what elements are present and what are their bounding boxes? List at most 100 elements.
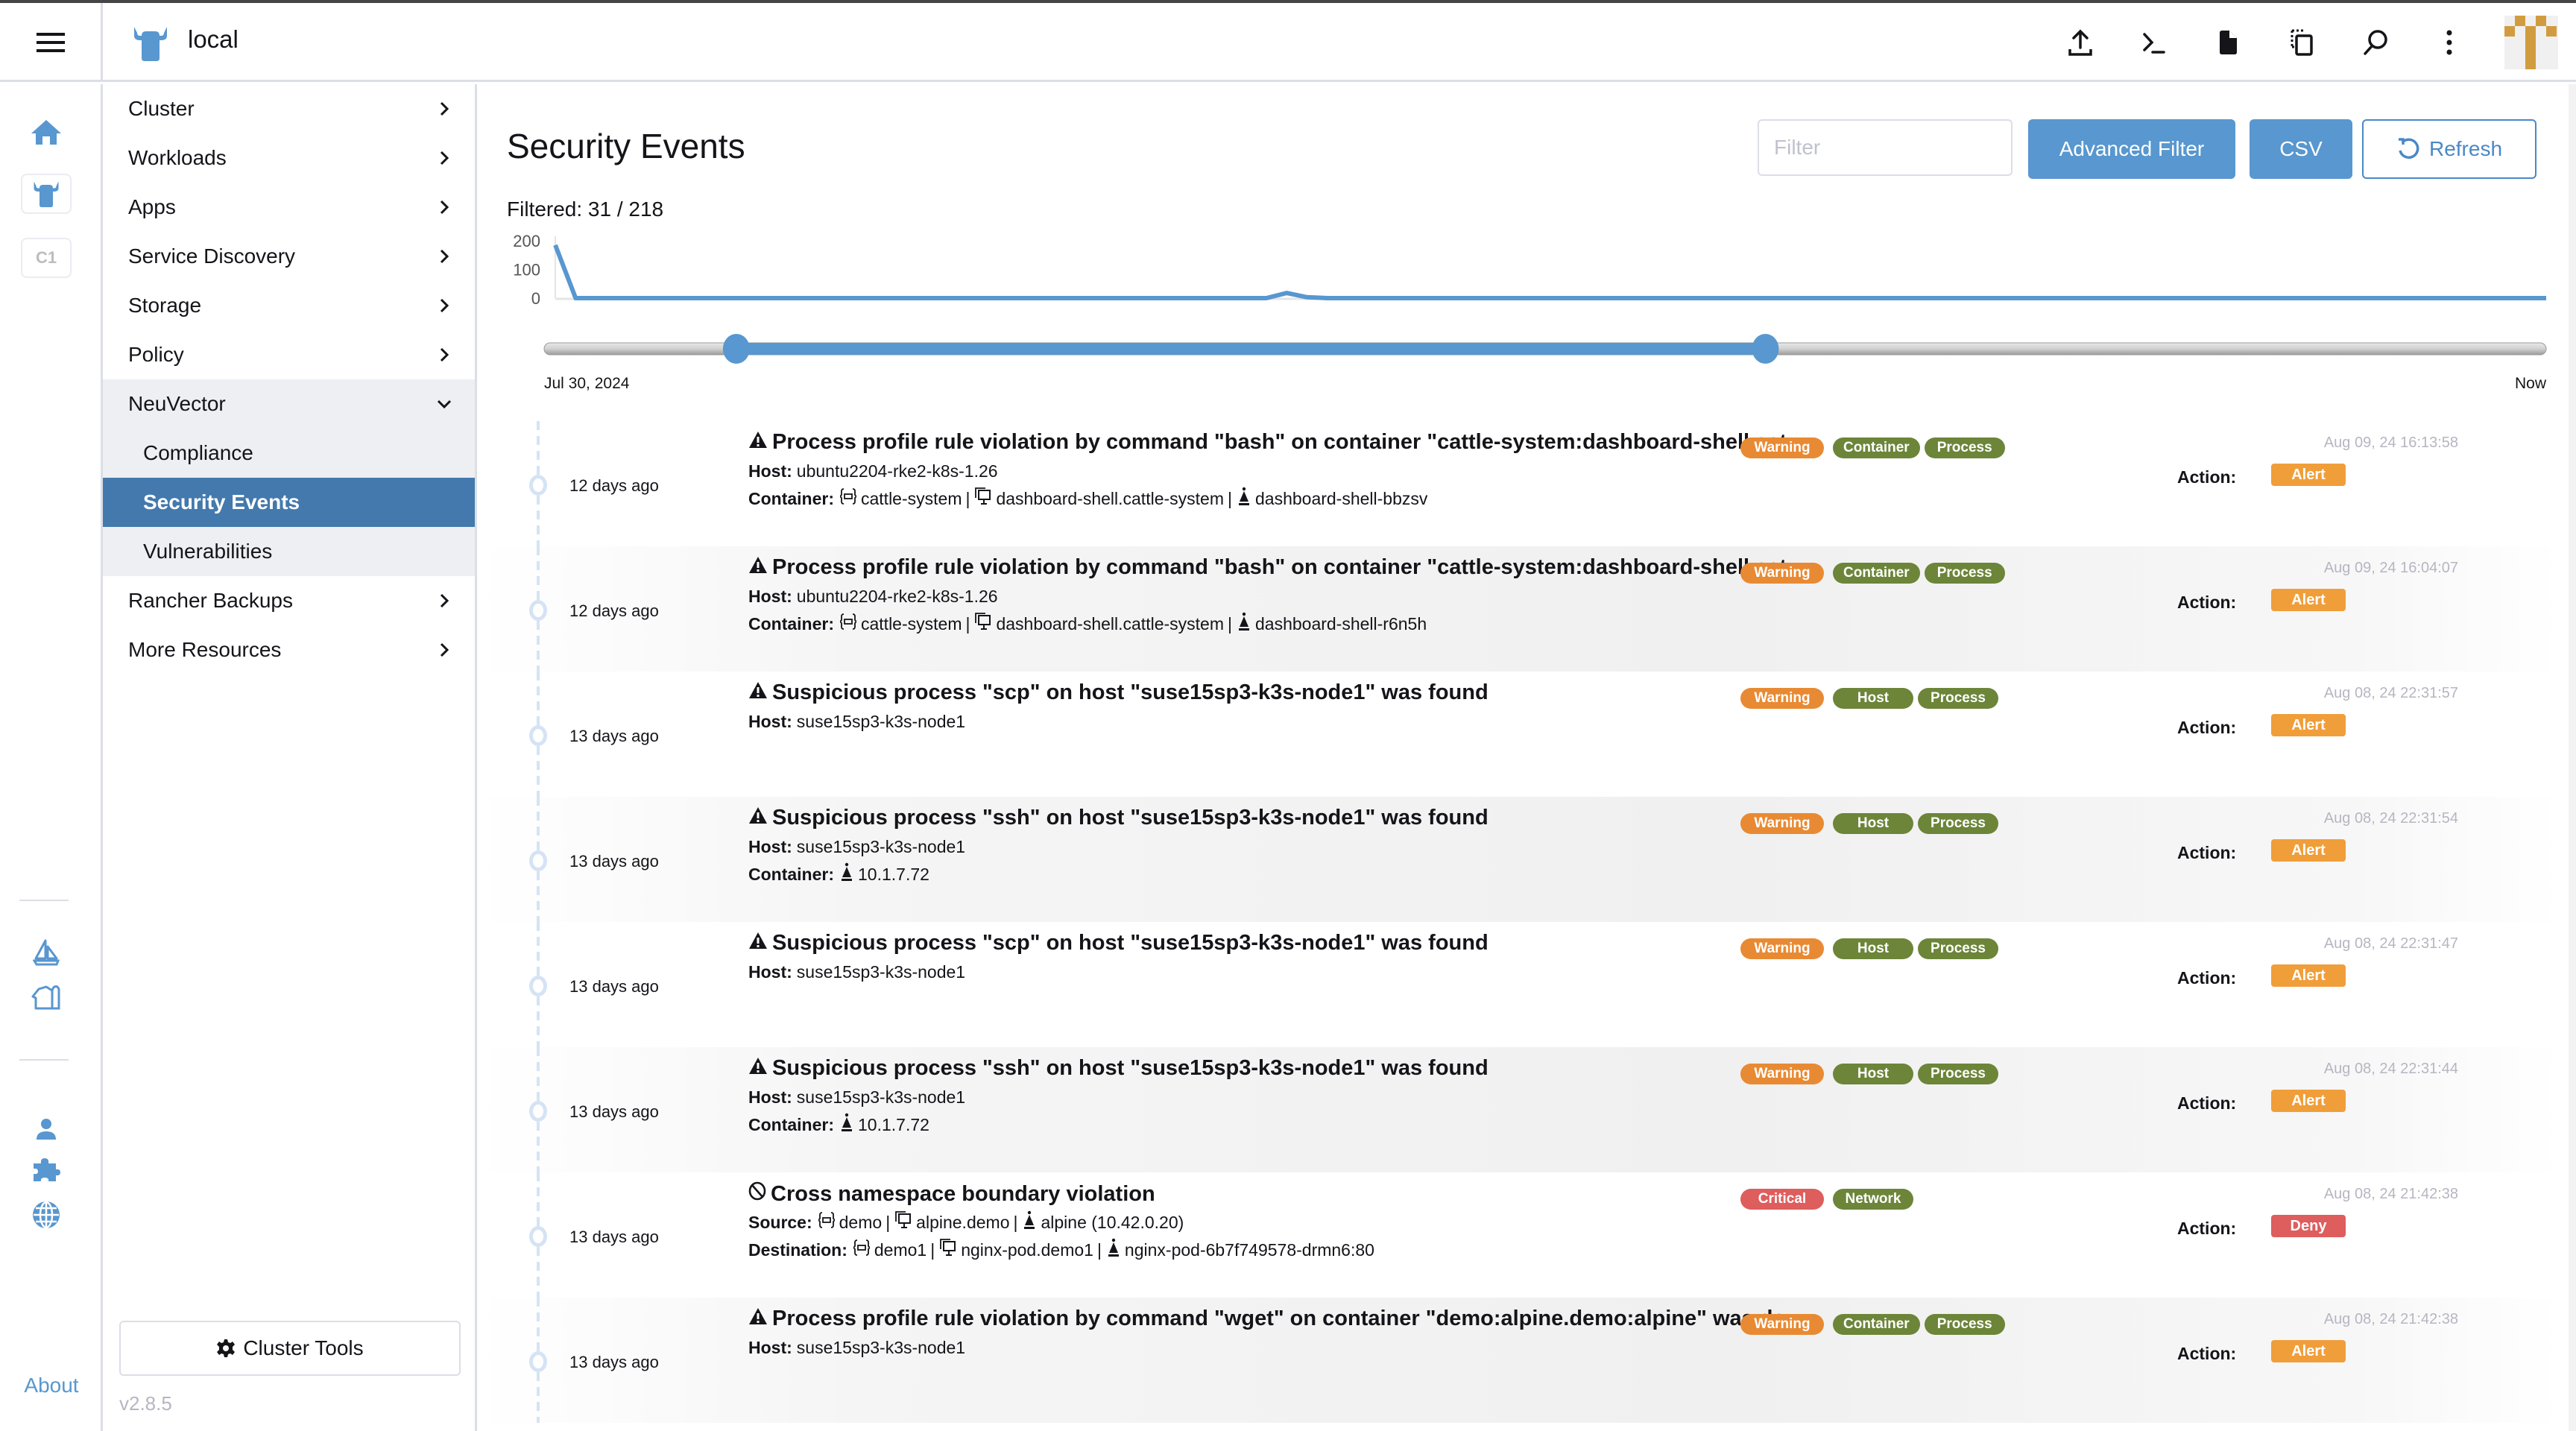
about-link[interactable]: About (0, 1374, 103, 1397)
nav-item-label: Vulnerabilities (143, 540, 273, 563)
page-scrollbar[interactable] (2569, 84, 2576, 1431)
tag-badge: Process (1918, 813, 1998, 834)
event-title[interactable]: Suspicious process "scp" on host "suse15… (748, 931, 1489, 955)
nav-item-cluster[interactable]: Cluster (103, 84, 475, 133)
timeline-dot (529, 1101, 547, 1122)
event-detail-label: Host: (748, 1087, 792, 1107)
event-detail-value: cattle-system (861, 489, 962, 508)
event-row[interactable]: 13 days ago Suspicious process "scp" on h… (477, 922, 2561, 1047)
event-badges: Warning Container Process (1740, 437, 2010, 458)
event-title[interactable]: Suspicious process "scp" on host "suse15… (748, 680, 1489, 705)
action-badge[interactable]: Alert (2271, 589, 2346, 611)
nav-item-compliance[interactable]: Compliance (103, 429, 475, 478)
nav-item-service-discovery[interactable]: Service Discovery (103, 232, 475, 281)
csv-export-button[interactable]: CSV (2250, 119, 2352, 179)
separator: | (930, 1240, 935, 1260)
copy-icon (2291, 29, 2313, 56)
event-row[interactable]: 13 days ago Cross namespace boundary viol… (477, 1172, 2561, 1298)
event-detail-label: Source: (748, 1213, 812, 1232)
action-badge[interactable]: Alert (2271, 964, 2346, 987)
action-badge[interactable]: Alert (2271, 839, 2346, 862)
y-tick-label: 100 (513, 261, 540, 279)
event-title[interactable]: Process profile rule violation by comman… (748, 430, 1805, 455)
event-row[interactable]: 13 days ago Suspicious process "scp" on h… (477, 672, 2561, 797)
range-slider-end-handle[interactable] (1752, 334, 1779, 364)
event-title[interactable]: Cross namespace boundary violation (748, 1181, 1155, 1207)
terminal-icon (2143, 33, 2165, 54)
pod-icon (1107, 1238, 1120, 1257)
event-title[interactable]: Process profile rule violation by comman… (748, 1307, 1803, 1331)
copy-kubeconfig-button[interactable] (2283, 24, 2320, 61)
event-row[interactable]: 13 days ago Suspicious process "ssh" on h… (477, 797, 2561, 922)
action-label: Action: (2177, 467, 2237, 487)
event-detail-line: Container: 10.1.7.72 (748, 862, 929, 885)
event-detail-value: ubuntu2204-rke2-k8s-1.26 (796, 587, 998, 606)
nav-item-apps[interactable]: Apps (103, 183, 475, 232)
extensions-button[interactable] (21, 1150, 72, 1190)
action-badge[interactable]: Alert (2271, 464, 2346, 486)
tag-badge: Process (1918, 938, 1998, 959)
range-end-label: Now (2515, 375, 2547, 392)
event-title-text: Process profile rule violation by comman… (772, 1307, 1803, 1330)
nav-item-neuvector[interactable]: NeuVector (103, 379, 475, 429)
nav-item-security-events[interactable]: Security Events (103, 478, 475, 527)
timeline-dot (529, 1226, 547, 1247)
cluster-tools-label: Cluster Tools (243, 1336, 364, 1359)
nav-item-more-resources[interactable]: More Resources (103, 625, 475, 675)
filter-input[interactable] (1758, 119, 2012, 176)
import-yaml-button[interactable] (2062, 24, 2099, 61)
event-title[interactable]: Suspicious process "ssh" on host "suse15… (748, 1056, 1489, 1081)
advanced-filter-button[interactable]: Advanced Filter (2028, 119, 2235, 179)
nav-item-vulnerabilities[interactable]: Vulnerabilities (103, 527, 475, 576)
menu-toggle-button[interactable] (0, 3, 103, 82)
event-row[interactable]: 12 days ago Process profile rule violatio… (477, 546, 2561, 672)
event-title-text: Suspicious process "scp" on host "suse15… (772, 931, 1489, 955)
global-settings-button[interactable] (21, 1195, 72, 1235)
event-title[interactable]: Process profile rule violation by comman… (748, 555, 1805, 580)
resource-search-button[interactable] (2357, 24, 2394, 61)
action-label: Action: (2177, 718, 2237, 737)
tag-badge: Process (1924, 1314, 2005, 1335)
event-row[interactable]: 12 days ago Process profile rule violatio… (477, 421, 2561, 546)
range-slider-start-handle[interactable] (722, 334, 750, 364)
cluster-tools-button[interactable]: Cluster Tools (119, 1321, 461, 1376)
event-detail-line: Source: demo | alpine.demo | alpine (10.42.0.… (748, 1210, 1184, 1233)
download-kubeconfig-button[interactable] (2209, 24, 2247, 61)
cluster-local-button[interactable] (21, 174, 72, 214)
action-badge[interactable]: Alert (2271, 1340, 2346, 1362)
tag-badge: Container (1833, 437, 1920, 458)
refresh-icon (2398, 138, 2419, 159)
chevron-right-icon (436, 199, 452, 215)
action-label: Action: (2177, 1093, 2237, 1113)
action-badge[interactable]: Deny (2271, 1215, 2346, 1237)
users-button[interactable] (21, 1109, 72, 1149)
event-title[interactable]: Suspicious process "ssh" on host "suse15… (748, 806, 1489, 830)
event-detail-label: Host: (748, 587, 792, 606)
nav-item-label: Storage (128, 294, 202, 317)
nav-item-workloads[interactable]: Workloads (103, 133, 475, 183)
event-badges: Warning Container Process (1740, 563, 2010, 584)
kubectl-shell-button[interactable] (2135, 24, 2173, 61)
range-slider-selection[interactable] (736, 343, 1766, 355)
timeline-dot (529, 475, 547, 496)
event-timestamp: Aug 09, 24 16:04:07 (2323, 560, 2458, 576)
cluster-c1-button[interactable]: C1 (21, 238, 72, 278)
event-relative-time: 12 days ago (569, 476, 659, 495)
nav-item-rancher-backups[interactable]: Rancher Backups (103, 576, 475, 625)
tag-badge: Container (1833, 1314, 1920, 1335)
virtualization-button[interactable] (21, 977, 72, 1017)
refresh-button[interactable]: Refresh (2362, 119, 2536, 179)
action-badge[interactable]: Alert (2271, 714, 2346, 736)
event-detail-value: alpine.demo (916, 1213, 1010, 1232)
home-button[interactable] (21, 112, 72, 152)
action-badge[interactable]: Alert (2271, 1090, 2346, 1112)
fleet-button[interactable] (21, 932, 72, 973)
user-avatar[interactable] (2504, 16, 2558, 69)
event-row[interactable]: 13 days ago Process profile rule violatio… (477, 1298, 2561, 1423)
nav-item-storage[interactable]: Storage (103, 281, 475, 330)
event-row[interactable]: 13 days ago Suspicious process "ssh" on h… (477, 1047, 2561, 1172)
event-timestamp: Aug 08, 24 22:31:57 (2323, 685, 2458, 701)
timeline-dot (529, 976, 547, 996)
more-actions-button[interactable] (2431, 24, 2468, 61)
nav-item-policy[interactable]: Policy (103, 330, 475, 379)
